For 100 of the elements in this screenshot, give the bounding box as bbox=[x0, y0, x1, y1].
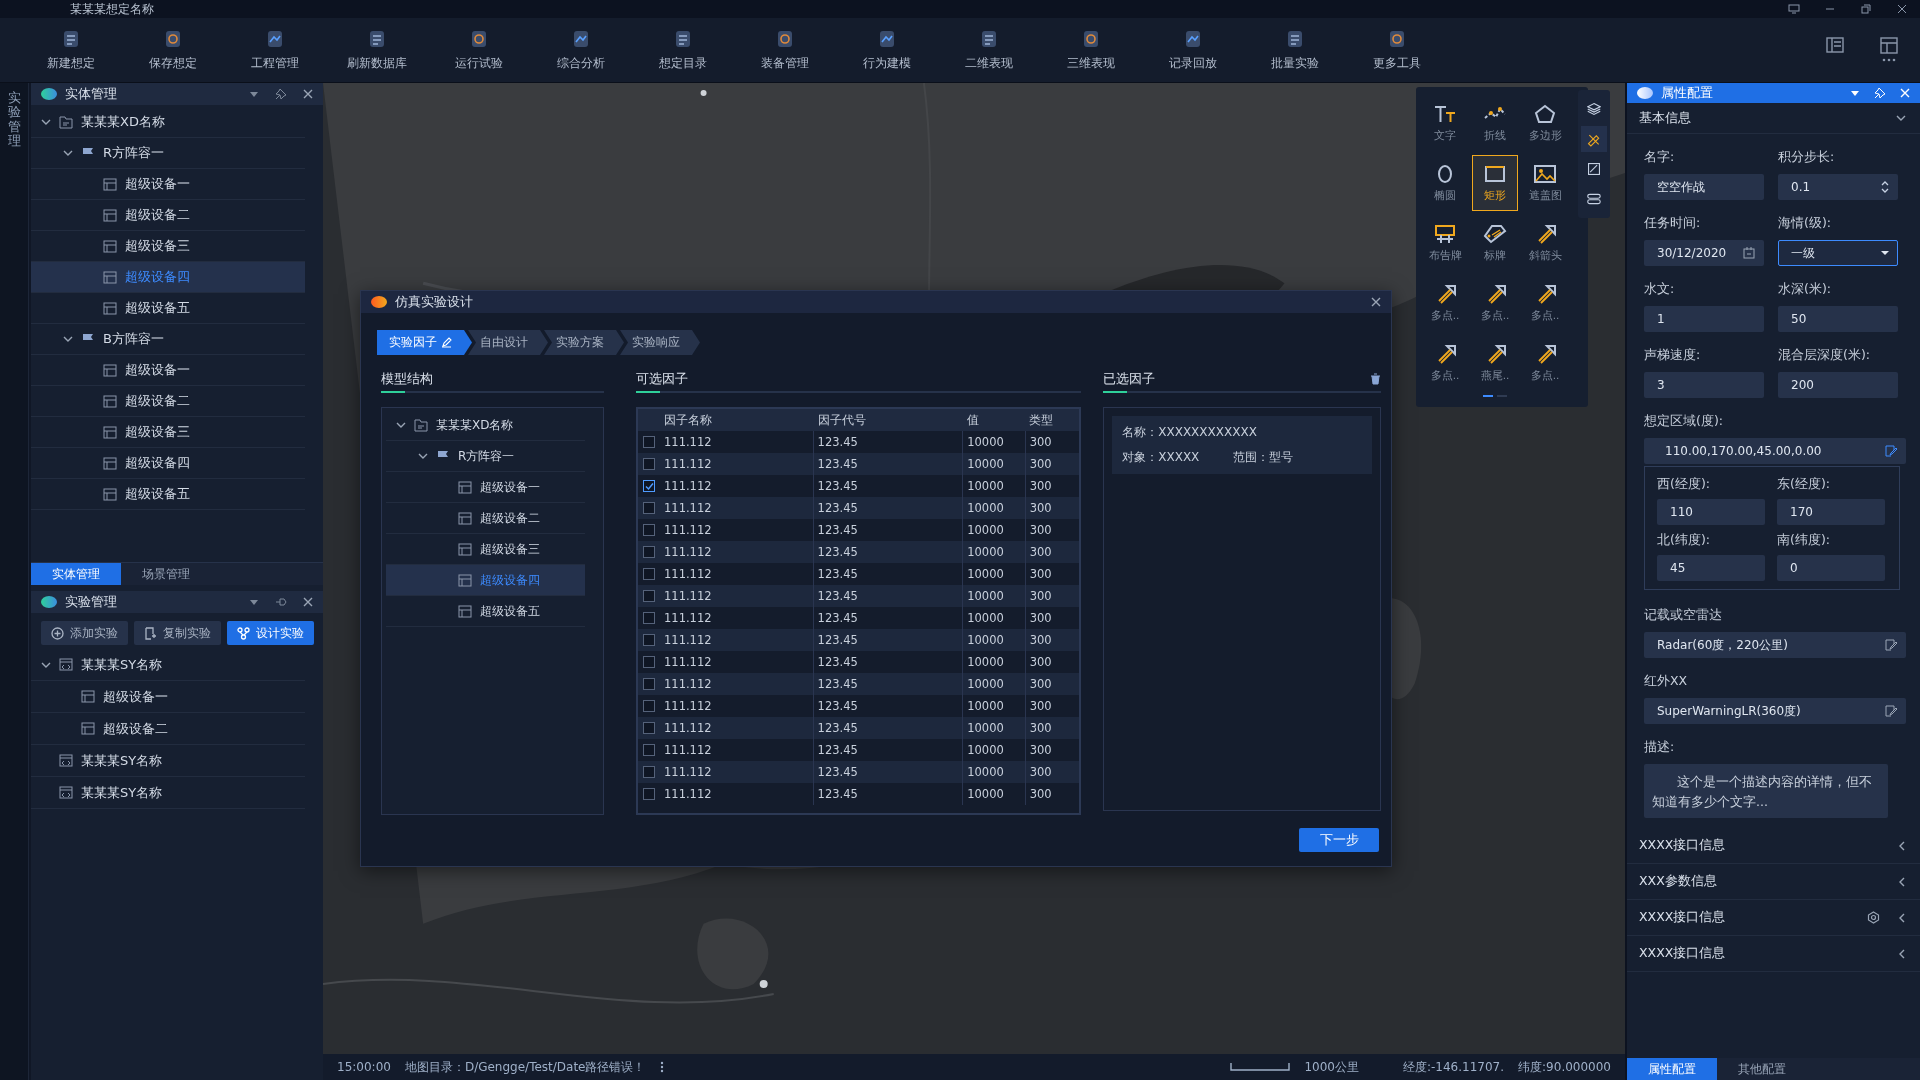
input-field[interactable]: 110 bbox=[1657, 499, 1765, 525]
input-field[interactable]: 0.1 bbox=[1778, 174, 1898, 200]
action-button[interactable]: 添加实验 bbox=[41, 621, 128, 645]
tree-item[interactable]: 某某某XD名称 bbox=[386, 410, 586, 441]
checkbox[interactable] bbox=[643, 502, 656, 514]
tree-item[interactable]: 某某某SY名称 bbox=[31, 649, 305, 681]
toolbar-button[interactable]: 新建想定 bbox=[20, 24, 122, 76]
checkbox[interactable] bbox=[643, 656, 656, 668]
chevron-icon[interactable] bbox=[63, 148, 73, 158]
input-field[interactable]: 30/12/2020 bbox=[1644, 240, 1764, 266]
draw-tool[interactable]: 矩形 bbox=[1472, 155, 1518, 211]
draw-tool[interactable]: 椭圆 bbox=[1422, 155, 1468, 211]
more-icon[interactable] bbox=[659, 1061, 664, 1073]
description-field[interactable]: 这个是一个描述内容的详情，但不知道有多少个文字... bbox=[1644, 764, 1888, 818]
draw-tool[interactable]: 多点.. bbox=[1522, 275, 1568, 331]
checkbox[interactable] bbox=[643, 788, 656, 800]
checkbox[interactable] bbox=[643, 700, 656, 712]
input-field[interactable]: 3 bbox=[1644, 372, 1764, 398]
panel-tab[interactable]: 其他配置 bbox=[1717, 1058, 1807, 1080]
toolbar-button[interactable]: 二维表现 bbox=[938, 24, 1040, 76]
tree-item[interactable]: B方阵容一 bbox=[31, 324, 305, 355]
input-field[interactable]: 1 bbox=[1644, 306, 1764, 332]
toolbar-button[interactable]: 运行试验 bbox=[428, 24, 530, 76]
draw-tool[interactable]: 标牌 bbox=[1472, 215, 1518, 271]
step-tab[interactable]: 实验因子 bbox=[377, 330, 472, 355]
panel-tab[interactable]: 实体管理 bbox=[31, 563, 121, 585]
tree-item[interactable]: 某某某XD名称 bbox=[31, 107, 305, 138]
draw-tool[interactable]: 多点.. bbox=[1472, 275, 1518, 331]
calendar-icon[interactable] bbox=[1743, 247, 1755, 259]
tree-item[interactable]: 超级设备五 bbox=[31, 479, 305, 510]
tree-item[interactable]: 超级设备四 bbox=[386, 565, 586, 596]
draw-tool[interactable]: 遮盖图 bbox=[1522, 155, 1568, 211]
tree-item[interactable]: 超级设备一 bbox=[31, 681, 305, 713]
tree-item[interactable]: 超级设备二 bbox=[386, 503, 586, 534]
toolbar-button[interactable]: 更多工具 bbox=[1346, 24, 1448, 76]
tree-item[interactable]: 超级设备二 bbox=[31, 386, 305, 417]
tree-item[interactable]: 某某某SY名称 bbox=[31, 777, 305, 809]
toolbar-button[interactable]: 工程管理 bbox=[224, 24, 326, 76]
tree-item[interactable]: 超级设备一 bbox=[31, 355, 305, 386]
next-button[interactable]: 下一步 bbox=[1299, 828, 1379, 852]
checkbox[interactable] bbox=[643, 678, 656, 690]
tree-item[interactable]: 超级设备一 bbox=[386, 472, 586, 503]
tree-item[interactable]: 超级设备四 bbox=[31, 448, 305, 479]
draw-tool[interactable]: 布告牌 bbox=[1422, 215, 1468, 271]
section-header[interactable]: XXXX接口信息 bbox=[1627, 900, 1920, 936]
draw-tool[interactable]: 多边形 bbox=[1522, 95, 1568, 151]
toolbar-button[interactable]: 行为建模 bbox=[836, 24, 938, 76]
draw-tool[interactable]: 斜箭头 bbox=[1522, 215, 1568, 271]
checkbox[interactable] bbox=[643, 766, 656, 778]
checkbox[interactable] bbox=[643, 634, 656, 646]
chevron-icon[interactable] bbox=[418, 451, 428, 461]
input-field[interactable]: 50 bbox=[1778, 306, 1898, 332]
tree-item[interactable]: 某某某SY名称 bbox=[31, 745, 305, 777]
checkbox[interactable] bbox=[643, 612, 656, 624]
input-field[interactable]: 一级 bbox=[1778, 240, 1898, 266]
layout-icon[interactable] bbox=[1826, 37, 1844, 53]
draw-tool[interactable]: 折线 bbox=[1472, 95, 1518, 151]
tree-item[interactable]: 超级设备二 bbox=[31, 713, 305, 745]
chevron-icon[interactable] bbox=[41, 117, 51, 127]
spinner-icon[interactable] bbox=[1881, 181, 1889, 193]
section-header[interactable]: XXX参数信息 bbox=[1627, 864, 1920, 900]
close-icon[interactable] bbox=[303, 597, 313, 607]
toolbar-button[interactable]: 刷新数据库 bbox=[326, 24, 428, 76]
chevron-icon[interactable] bbox=[396, 420, 406, 430]
step-tab[interactable]: 实验响应 bbox=[620, 330, 700, 355]
toolbar-button[interactable]: 保存想定 bbox=[122, 24, 224, 76]
toolbar-button[interactable]: 装备管理 bbox=[734, 24, 836, 76]
close-icon[interactable] bbox=[1371, 297, 1381, 307]
close-icon[interactable] bbox=[303, 89, 313, 99]
section-header[interactable]: 基本信息 bbox=[1627, 103, 1920, 134]
step-tab[interactable]: 自由设计 bbox=[468, 330, 548, 355]
draw-tool[interactable]: 燕尾.. bbox=[1472, 335, 1518, 391]
input-field[interactable]: 170 bbox=[1777, 499, 1885, 525]
checkbox[interactable] bbox=[643, 744, 656, 756]
toolbar-button[interactable]: 记录回放 bbox=[1142, 24, 1244, 76]
input-field[interactable]: SuperWarningLR(360度) bbox=[1644, 698, 1906, 724]
restore-icon[interactable] bbox=[1860, 4, 1872, 14]
checkbox[interactable] bbox=[643, 568, 656, 580]
panel-tab[interactable]: 属性配置 bbox=[1627, 1058, 1717, 1080]
toolbar-button[interactable]: 想定目录 bbox=[632, 24, 734, 76]
panel-tab[interactable]: 场景管理 bbox=[121, 563, 211, 585]
section-header[interactable]: XXXX接口信息 bbox=[1627, 936, 1920, 972]
checkbox[interactable] bbox=[643, 722, 656, 734]
edit-icon[interactable] bbox=[1885, 705, 1897, 717]
input-field[interactable]: 0 bbox=[1777, 555, 1885, 581]
checkbox[interactable] bbox=[643, 480, 656, 492]
tree-item[interactable]: 超级设备四 bbox=[31, 262, 305, 293]
action-button[interactable]: 复制实验 bbox=[134, 621, 221, 645]
tree-item[interactable]: 超级设备五 bbox=[386, 596, 586, 627]
settings-icon[interactable] bbox=[1867, 911, 1880, 924]
input-field[interactable]: 空空作战 bbox=[1644, 174, 1764, 200]
checkbox[interactable] bbox=[643, 458, 656, 470]
draw-tool[interactable]: 文字 bbox=[1422, 95, 1468, 151]
panel-icon[interactable] bbox=[1880, 37, 1898, 63]
tree-item[interactable]: 超级设备三 bbox=[31, 417, 305, 448]
tree-item[interactable]: R方阵容一 bbox=[386, 441, 586, 472]
input-field[interactable]: 110.00,170.00,45.00,0.00 bbox=[1644, 438, 1906, 464]
input-field[interactable]: Radar(60度，220公里) bbox=[1644, 632, 1906, 658]
tree-item[interactable]: 超级设备一 bbox=[31, 169, 305, 200]
tree-item[interactable]: 超级设备五 bbox=[31, 293, 305, 324]
